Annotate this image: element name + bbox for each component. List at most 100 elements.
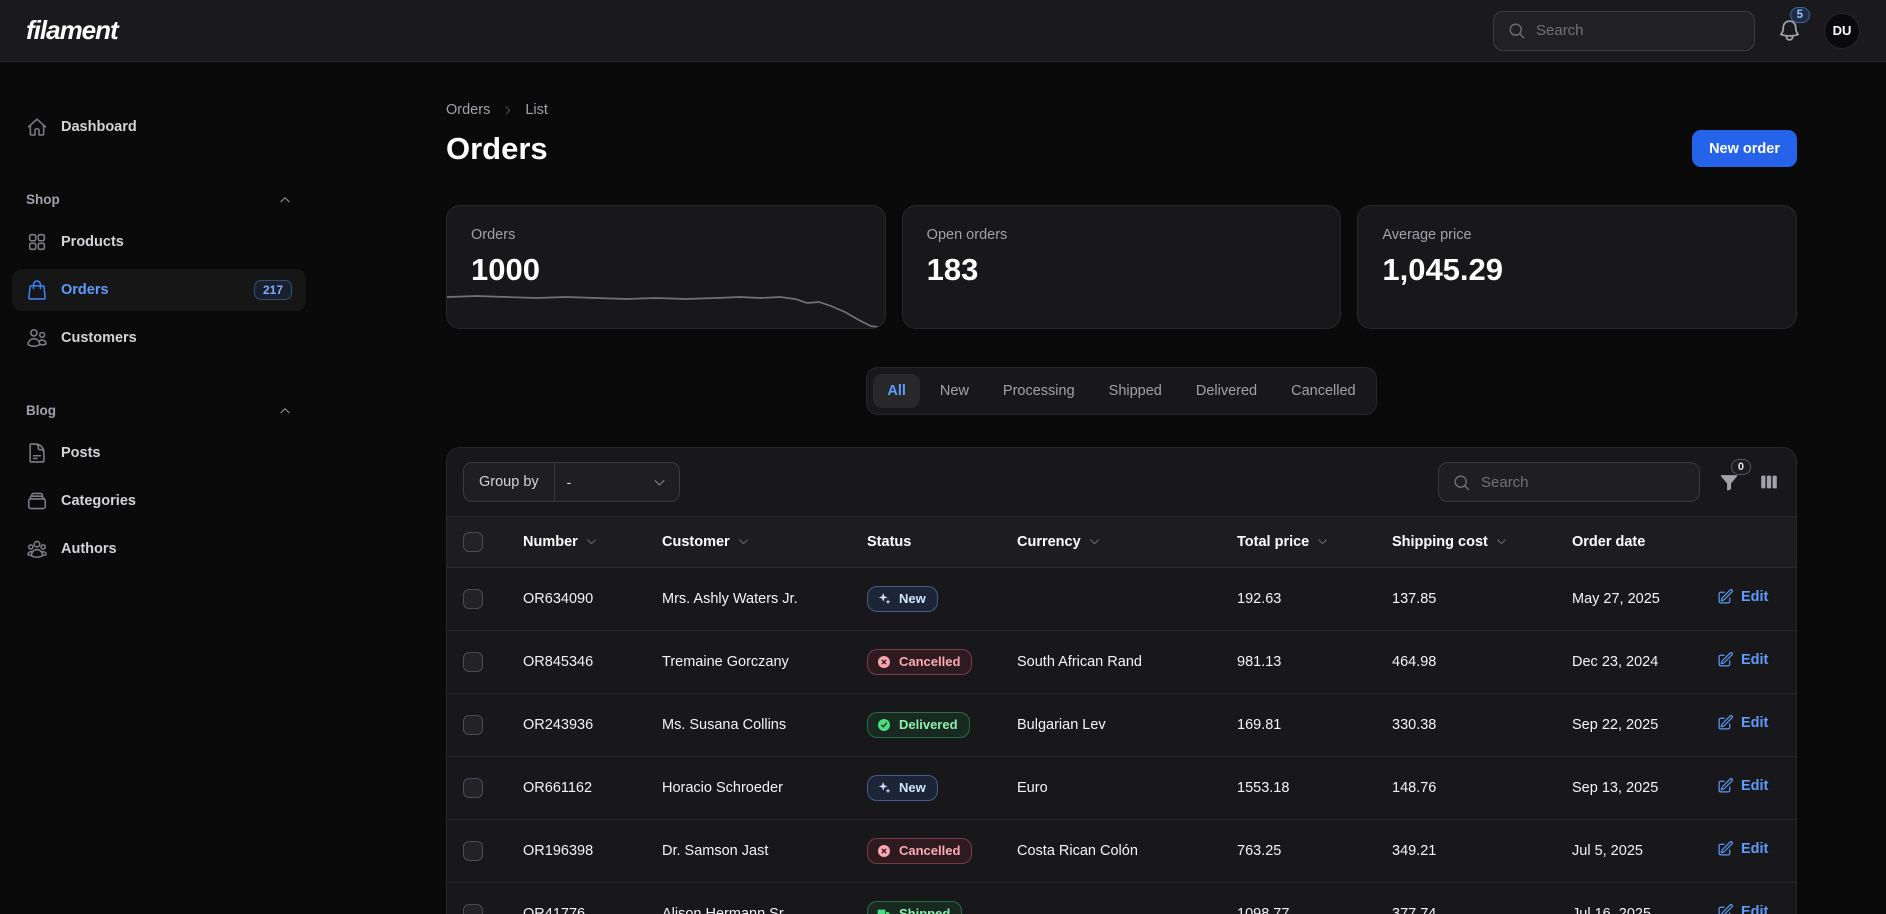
cell-order-date: Jul 5, 2025 xyxy=(1556,819,1701,882)
column-header-status: Status xyxy=(851,517,1001,567)
sidebar-item-categories[interactable]: Categories xyxy=(12,480,306,522)
cell-status: New xyxy=(851,567,1001,630)
select-all-checkbox[interactable] xyxy=(463,532,483,552)
group-by-label: Group by xyxy=(464,463,554,501)
row-checkbox[interactable] xyxy=(463,904,483,914)
cell-total-price: 981.13 xyxy=(1221,630,1376,693)
toggle-columns-button[interactable] xyxy=(1758,471,1780,493)
pencil-square-icon xyxy=(1717,840,1734,857)
sidebar-group-header: Blog xyxy=(12,403,306,418)
edit-button[interactable]: Edit xyxy=(1717,777,1768,794)
tab-processing[interactable]: Processing xyxy=(989,374,1089,408)
notification-count-badge: 5 xyxy=(1790,7,1810,23)
chevron-down-icon xyxy=(585,535,598,548)
actions-cell: Edit xyxy=(1701,567,1797,630)
chevron-down-icon xyxy=(737,535,750,548)
row-checkbox[interactable] xyxy=(463,589,483,609)
sidebar-item-dashboard[interactable]: Dashboard xyxy=(12,106,306,148)
sidebar-item-orders[interactable]: Orders217 xyxy=(12,269,306,311)
new-order-button[interactable]: New order xyxy=(1692,130,1797,167)
search-icon xyxy=(1452,473,1471,492)
edit-button[interactable]: Edit xyxy=(1717,714,1768,731)
status-badge-label: New xyxy=(899,591,926,606)
cell-customer: Mrs. Ashly Waters Jr. xyxy=(646,567,851,630)
edit-button[interactable]: Edit xyxy=(1717,651,1768,668)
cell-customer: Tremaine Gorczany xyxy=(646,630,851,693)
cell-total-price: 169.81 xyxy=(1221,693,1376,756)
collapse-group-button[interactable] xyxy=(278,193,292,207)
table-row: OR196398Dr. Samson JastCancelledCosta Ri… xyxy=(447,819,1797,882)
table-row: OR845346Tremaine GorczanyCancelledSouth … xyxy=(447,630,1797,693)
row-checkbox[interactable] xyxy=(463,841,483,861)
main-area: Orders List Orders New order Orders 1000 xyxy=(318,62,1797,914)
row-checkbox[interactable] xyxy=(463,715,483,735)
cell-customer: Ms. Susana Collins xyxy=(646,693,851,756)
users-icon xyxy=(26,327,48,349)
breadcrumb: Orders List xyxy=(446,102,548,118)
row-checkbox[interactable] xyxy=(463,778,483,798)
sidebar-item-authors[interactable]: Authors xyxy=(12,528,306,570)
home-icon xyxy=(26,116,48,138)
checkbox-cell xyxy=(447,630,507,693)
row-checkbox[interactable] xyxy=(463,652,483,672)
column-header-total-price[interactable]: Total price xyxy=(1221,517,1376,567)
status-filter-tabs: AllNewProcessingShippedDeliveredCancelle… xyxy=(866,367,1376,415)
sidebar-items: Dashboard xyxy=(12,106,306,148)
pencil-square-icon xyxy=(1717,651,1734,668)
search-icon xyxy=(1507,21,1526,40)
chevron-up-icon xyxy=(278,193,292,207)
orders-trend-sparkline xyxy=(447,284,885,328)
cell-number: OR845346 xyxy=(507,630,646,693)
tab-shipped[interactable]: Shipped xyxy=(1095,374,1176,408)
column-header-order-date: Order date xyxy=(1556,517,1701,567)
column-header-customer[interactable]: Customer xyxy=(646,517,851,567)
edit-button-label: Edit xyxy=(1741,715,1768,731)
stat-label: Orders xyxy=(471,227,861,243)
edit-button[interactable]: Edit xyxy=(1717,840,1768,857)
column-header-inner: Currency xyxy=(1017,534,1205,550)
tab-all[interactable]: All xyxy=(873,374,920,408)
page-header: Orders List Orders New order xyxy=(446,102,1797,167)
table-search-input[interactable] xyxy=(1481,474,1686,491)
notifications-button[interactable]: 5 xyxy=(1777,18,1802,43)
table-search[interactable] xyxy=(1438,462,1700,502)
cell-currency xyxy=(1001,567,1221,630)
orders-table: Number CustomerStatus Currency Total priceS… xyxy=(447,517,1797,914)
avatar[interactable]: DU xyxy=(1824,13,1860,49)
checkbox-cell xyxy=(447,693,507,756)
status-badge: Delivered xyxy=(867,712,970,738)
global-search[interactable] xyxy=(1493,11,1755,51)
cell-order-date: May 27, 2025 xyxy=(1556,567,1701,630)
collapse-group-button[interactable] xyxy=(278,404,292,418)
column-header-label: Number xyxy=(523,534,578,550)
tab-new[interactable]: New xyxy=(926,374,983,408)
status-badge: Cancelled xyxy=(867,649,972,675)
sidebar-group-label: Shop xyxy=(26,192,60,207)
checkbox-cell xyxy=(447,882,507,914)
global-search-input[interactable] xyxy=(1536,22,1741,39)
stat-value: 183 xyxy=(927,252,1317,288)
edit-button[interactable]: Edit xyxy=(1717,588,1768,605)
edit-button-label: Edit xyxy=(1741,778,1768,794)
edit-button[interactable]: Edit xyxy=(1717,903,1768,914)
sidebar-item-products[interactable]: Products xyxy=(12,221,306,263)
shopping-bag-icon xyxy=(26,279,48,301)
sidebar-item-posts[interactable]: Posts xyxy=(12,432,306,474)
breadcrumb-orders[interactable]: Orders xyxy=(446,102,490,118)
column-header-number[interactable]: Number xyxy=(507,517,646,567)
tab-delivered[interactable]: Delivered xyxy=(1182,374,1271,408)
group-by-select[interactable]: - xyxy=(554,463,679,501)
sparkles-icon xyxy=(876,591,892,607)
status-badge-label: Cancelled xyxy=(899,843,960,858)
sidebar-item-label: Products xyxy=(61,234,292,250)
table-row: OR41776Alison Hermann Sr.Shipped1098.773… xyxy=(447,882,1797,914)
column-header-currency[interactable]: Currency xyxy=(1001,517,1221,567)
tab-cancelled[interactable]: Cancelled xyxy=(1277,374,1370,408)
cell-number: OR243936 xyxy=(507,693,646,756)
sidebar-item-customers[interactable]: Customers xyxy=(12,317,306,359)
column-header-shipping-cost[interactable]: Shipping cost xyxy=(1376,517,1556,567)
sidebar: Dashboard Shop Products Orders217 Customers B… xyxy=(0,62,318,914)
pencil-square-icon xyxy=(1717,903,1734,914)
x-circle-icon xyxy=(876,843,892,859)
filter-button[interactable]: 0 xyxy=(1718,471,1740,493)
